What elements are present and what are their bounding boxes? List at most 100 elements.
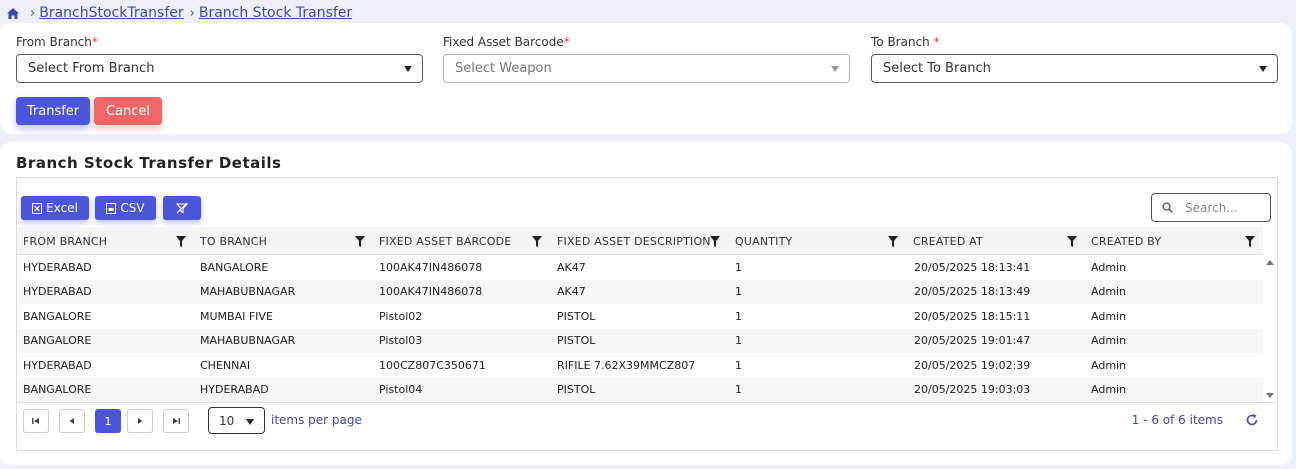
- cell-barcode: Pistol02: [379, 309, 423, 323]
- to-branch-value: Select To Branch: [883, 61, 991, 76]
- cell-created-by: Admin: [1091, 383, 1127, 397]
- cell-barcode: Pistol03: [379, 334, 423, 348]
- barcode-value: Select Weapon: [455, 61, 552, 76]
- vertical-scrollbar[interactable]: [1263, 255, 1277, 402]
- filter-icon[interactable]: [1067, 236, 1077, 247]
- refresh-icon[interactable]: [1245, 413, 1259, 427]
- filter-icon[interactable]: [710, 236, 720, 247]
- to-branch-select[interactable]: Select To Branch: [871, 54, 1278, 83]
- table-row[interactable]: HYDERABAD CHENNAI 100CZ807C350671 RIFILE…: [17, 353, 1263, 378]
- column-header-from-branch[interactable]: FROM BRANCH: [23, 227, 107, 255]
- column-header-to-branch[interactable]: TO BRANCH: [200, 227, 267, 255]
- last-page-icon: [173, 418, 180, 424]
- transfer-form-card: From Branch* Select From Branch Fixed As…: [0, 23, 1292, 134]
- cell-from-branch: BANGALORE: [23, 309, 92, 323]
- cell-from-branch: BANGALORE: [23, 383, 92, 397]
- table-row[interactable]: BANGALORE MUMBAI FIVE Pistol02 PISTOL 1 …: [17, 304, 1263, 329]
- cancel-button[interactable]: Cancel: [94, 97, 162, 125]
- cell-description: PISTOL: [557, 334, 596, 348]
- export-excel-button[interactable]: Excel: [21, 196, 89, 220]
- filter-icon[interactable]: [355, 236, 365, 247]
- cell-created-at: 20/05/2025 19:03:03: [914, 383, 1031, 397]
- from-branch-select[interactable]: Select From Branch: [16, 54, 423, 83]
- last-page-button[interactable]: [163, 409, 189, 433]
- pager: 1 10 items per page 1 - 6 of 6 items: [17, 402, 1277, 450]
- filter-icon[interactable]: [176, 236, 186, 247]
- details-card: Branch Stock Transfer Details Excel CSV …: [0, 142, 1292, 465]
- cell-to-branch: BANGALORE: [200, 260, 269, 274]
- next-page-button[interactable]: [127, 409, 153, 433]
- table-row[interactable]: HYDERABAD BANGALORE 100AK47IN486078 AK47…: [17, 255, 1263, 280]
- cell-description: PISTOL: [557, 383, 596, 397]
- pager-summary: 1 - 6 of 6 items: [1131, 413, 1223, 427]
- breadcrumb-link-branch-stock-transfer[interactable]: Branch Stock Transfer: [199, 5, 352, 21]
- cell-created-by: Admin: [1091, 309, 1127, 323]
- previous-page-icon: [69, 418, 74, 424]
- cell-to-branch: HYDERABAD: [200, 383, 269, 397]
- table-row[interactable]: BANGALORE MAHABUBNAGAR Pistol03 PISTOL 1…: [17, 328, 1263, 353]
- cell-created-by: Admin: [1091, 260, 1127, 274]
- excel-file-icon: [32, 202, 43, 214]
- chevron-right-icon: ›: [189, 5, 195, 21]
- csv-file-icon: [106, 202, 117, 214]
- column-header-created-at[interactable]: CREATED AT: [913, 227, 983, 255]
- barcode-select[interactable]: Select Weapon: [443, 54, 850, 83]
- cell-barcode: 100CZ807C350671: [379, 358, 486, 372]
- filter-icon[interactable]: [888, 236, 898, 247]
- column-header-barcode[interactable]: FIXED ASSET BARCODE: [379, 227, 511, 255]
- previous-page-button[interactable]: [59, 409, 85, 433]
- column-header-created-by[interactable]: CREATED BY: [1091, 227, 1161, 255]
- export-csv-button[interactable]: CSV: [95, 196, 156, 220]
- cell-from-branch: HYDERABAD: [23, 358, 92, 372]
- cell-barcode: 100AK47IN486078: [379, 260, 483, 274]
- cell-description: PISTOL: [557, 309, 596, 323]
- scroll-up-arrow-icon[interactable]: [1266, 260, 1274, 265]
- cell-quantity: 1: [735, 260, 742, 274]
- cell-description: AK47: [557, 260, 586, 274]
- transfer-grid: Excel CSV Search... FROM BRANCH TO BRANC…: [16, 177, 1278, 451]
- table-row[interactable]: BANGALORE HYDERABAD Pistol04 PISTOL 1 20…: [17, 377, 1263, 402]
- dropdown-caret-icon: [404, 66, 412, 72]
- cell-quantity: 1: [735, 358, 742, 372]
- cell-created-by: Admin: [1091, 358, 1127, 372]
- from-branch-label: From Branch*: [16, 35, 98, 49]
- table-row[interactable]: HYDERABAD MAHABUBNAGAR 100AK47IN486078 A…: [17, 279, 1263, 304]
- page-number-button[interactable]: 1: [95, 409, 121, 433]
- filter-icon[interactable]: [1245, 236, 1255, 247]
- scroll-down-arrow-icon[interactable]: [1266, 393, 1274, 398]
- search-input[interactable]: Search...: [1151, 193, 1271, 222]
- cell-created-by: Admin: [1091, 285, 1127, 299]
- breadcrumb: › BranchStockTransfer › Branch Stock Tra…: [6, 4, 352, 22]
- home-icon[interactable]: [6, 6, 20, 20]
- column-header-description[interactable]: FIXED ASSET DESCRIPTION: [557, 227, 711, 255]
- cell-barcode: Pistol04: [379, 383, 423, 397]
- cell-to-branch: MAHABUBNAGAR: [200, 334, 296, 348]
- chevron-right-icon: ›: [30, 5, 36, 21]
- barcode-label: Fixed Asset Barcode*: [443, 35, 570, 49]
- items-per-page-label: items per page: [271, 413, 362, 427]
- cell-created-at: 20/05/2025 19:01:47: [914, 334, 1031, 348]
- from-branch-value: Select From Branch: [28, 61, 155, 76]
- section-title: Branch Stock Transfer Details: [16, 154, 282, 172]
- breadcrumb-link-branchstocktransfer[interactable]: BranchStockTransfer: [39, 5, 183, 21]
- clear-filters-button[interactable]: [163, 196, 201, 220]
- first-page-button[interactable]: [23, 409, 49, 433]
- cell-created-at: 20/05/2025 18:15:11: [914, 309, 1031, 323]
- to-branch-label: To Branch *: [871, 35, 940, 49]
- column-header-quantity[interactable]: QUANTITY: [735, 227, 792, 255]
- cell-created-at: 20/05/2025 19:02:39: [914, 358, 1031, 372]
- filter-icon[interactable]: [532, 236, 542, 247]
- cell-to-branch: MAHABUBNAGAR: [200, 285, 296, 299]
- cell-created-at: 20/05/2025 18:13:49: [914, 285, 1031, 299]
- cell-quantity: 1: [735, 285, 742, 299]
- transfer-button[interactable]: Transfer: [16, 97, 90, 125]
- cell-barcode: 100AK47IN486078: [379, 285, 483, 299]
- page-size-select[interactable]: 10: [208, 407, 265, 434]
- cell-from-branch: HYDERABAD: [23, 260, 92, 274]
- page-size-value: 10: [219, 413, 235, 428]
- dropdown-caret-icon: [246, 419, 254, 425]
- clear-filter-icon: [176, 202, 188, 214]
- first-page-icon: [32, 418, 39, 424]
- cell-created-by: Admin: [1091, 334, 1127, 348]
- search-placeholder: Search...: [1185, 200, 1238, 215]
